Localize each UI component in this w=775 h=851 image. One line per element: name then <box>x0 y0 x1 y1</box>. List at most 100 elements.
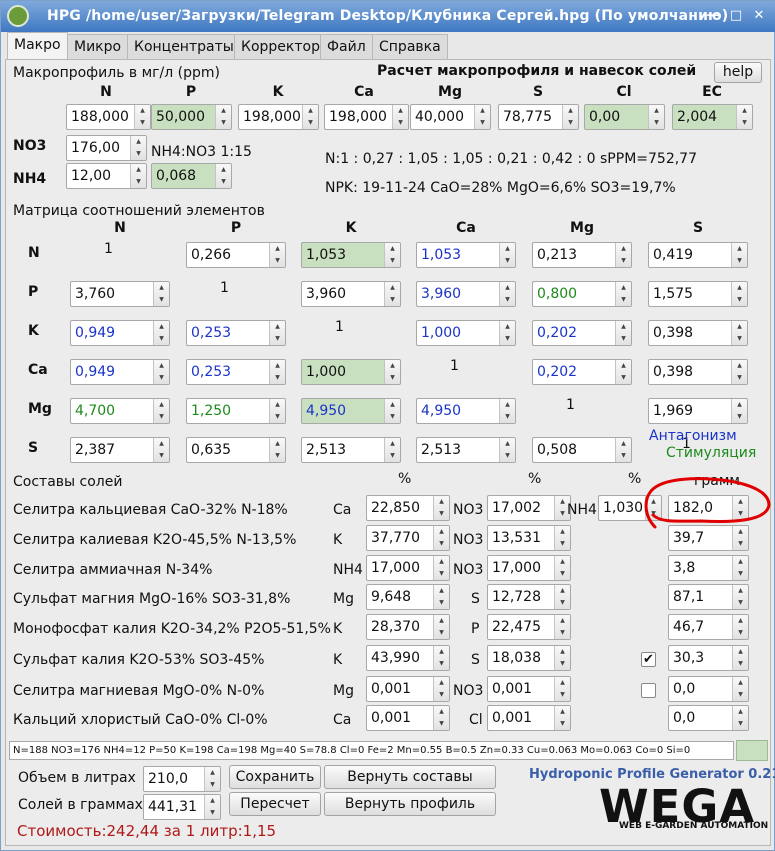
spin-arrows-icon[interactable]: ▲ ▼ <box>731 282 747 306</box>
spin-arrows-icon[interactable]: ▲ ▼ <box>433 706 449 730</box>
spin-arrows-icon[interactable]: ▲ ▼ <box>615 243 631 267</box>
spin-arrows-icon[interactable]: ▲ ▼ <box>269 399 285 423</box>
matrix-cell-field[interactable]: 4,950 ▲ ▼ <box>301 398 401 424</box>
matrix-cell-field[interactable]: 1,250 ▲ ▼ <box>186 398 286 424</box>
salt-value-1-field[interactable]: 22,850 ▲ ▼ <box>366 495 450 521</box>
salts-grams-field[interactable]: 441,31 ▲ ▼ <box>143 794 221 820</box>
salt-checkbox[interactable]: ✔ <box>641 652 656 667</box>
spin-arrows-icon[interactable]: ▲ ▼ <box>433 556 449 580</box>
salt-value-1-field[interactable]: 0,001 ▲ ▼ <box>366 705 450 731</box>
macro-value-field[interactable]: 198,000 ▲ ▼ <box>324 104 409 130</box>
tab-concentrates[interactable]: Концентраты <box>127 34 241 59</box>
no3-field[interactable]: 176,00 ▲ ▼ <box>66 135 147 161</box>
salt-gram-field[interactable]: 3,8 ▲ ▼ <box>668 555 749 581</box>
spin-arrows-icon[interactable]: ▲ ▼ <box>562 105 578 129</box>
salt-value-1-field[interactable]: 28,370 ▲ ▼ <box>366 614 450 640</box>
tab-corrector[interactable]: Корректор <box>234 34 327 59</box>
spin-arrows-icon[interactable]: ▲ ▼ <box>153 321 169 345</box>
matrix-cell-field[interactable]: 0,800 ▲ ▼ <box>532 281 632 307</box>
spin-arrows-icon[interactable]: ▲ ▼ <box>499 399 515 423</box>
restore-salts-button[interactable]: Вернуть составы <box>324 765 496 789</box>
spin-arrows-icon[interactable]: ▲ ▼ <box>554 646 570 670</box>
salt-value-2-field[interactable]: 0,001 ▲ ▼ <box>487 705 571 731</box>
matrix-cell-field[interactable]: 1,053 ▲ ▼ <box>416 242 516 268</box>
salt-gram-field[interactable]: 46,7 ▲ ▼ <box>668 614 749 640</box>
spin-arrows-icon[interactable]: ▲ ▼ <box>732 677 748 701</box>
spin-arrows-icon[interactable]: ▲ ▼ <box>392 105 408 129</box>
close-icon[interactable]: ✕ <box>749 6 769 26</box>
spin-arrows-icon[interactable]: ▲ ▼ <box>731 321 747 345</box>
help-button[interactable]: help <box>714 62 762 83</box>
spin-arrows-icon[interactable]: ▲ ▼ <box>554 556 570 580</box>
restore-profile-button[interactable]: Вернуть профиль <box>324 792 496 816</box>
spin-arrows-icon[interactable]: ▲ ▼ <box>433 496 449 520</box>
spin-arrows-icon[interactable]: ▲ ▼ <box>736 105 752 129</box>
spin-arrows-icon[interactable]: ▲ ▼ <box>554 585 570 609</box>
salt-value-2-field[interactable]: 0,001 ▲ ▼ <box>487 676 571 702</box>
spin-arrows-icon[interactable]: ▲ ▼ <box>433 646 449 670</box>
matrix-cell-field[interactable]: 0,419 ▲ ▼ <box>648 242 748 268</box>
tab-macro[interactable]: Макро <box>7 32 68 60</box>
status-field[interactable]: N=188 NO3=176 NH4=12 P=50 K=198 Ca=198 M… <box>9 741 734 760</box>
spin-arrows-icon[interactable]: ▲ ▼ <box>384 243 400 267</box>
spin-arrows-icon[interactable]: ▲ ▼ <box>433 615 449 639</box>
spin-arrows-icon[interactable]: ▲ ▼ <box>554 677 570 701</box>
matrix-cell-field[interactable]: 0,202 ▲ ▼ <box>532 359 632 385</box>
macro-value-field[interactable]: 2,004 ▲ ▼ <box>672 104 753 130</box>
macro-value-field[interactable]: 0,00 ▲ ▼ <box>584 104 665 130</box>
matrix-cell-field[interactable]: 1,053 ▲ ▼ <box>301 242 401 268</box>
matrix-cell-field[interactable]: 0,949 ▲ ▼ <box>70 320 170 346</box>
salt-checkbox[interactable] <box>641 683 656 698</box>
spin-arrows-icon[interactable]: ▲ ▼ <box>433 526 449 550</box>
spin-arrows-icon[interactable]: ▲ ▼ <box>384 282 400 306</box>
spin-arrows-icon[interactable]: ▲ ▼ <box>433 585 449 609</box>
maximize-icon[interactable]: □ <box>726 6 746 26</box>
recalc-button[interactable]: Пересчет <box>229 792 321 816</box>
salt-value-2-field[interactable]: 22,475 ▲ ▼ <box>487 614 571 640</box>
spin-arrows-icon[interactable]: ▲ ▼ <box>269 243 285 267</box>
spin-arrows-icon[interactable]: ▲ ▼ <box>732 615 748 639</box>
spin-arrows-icon[interactable]: ▲ ▼ <box>215 105 231 129</box>
spin-arrows-icon[interactable]: ▲ ▼ <box>384 399 400 423</box>
matrix-cell-field[interactable]: 1,969 ▲ ▼ <box>648 398 748 424</box>
spin-arrows-icon[interactable]: ▲ ▼ <box>732 646 748 670</box>
spin-arrows-icon[interactable]: ▲ ▼ <box>554 615 570 639</box>
salt-value-1-field[interactable]: 0,001 ▲ ▼ <box>366 676 450 702</box>
tab-file[interactable]: Файл <box>320 34 373 59</box>
spin-arrows-icon[interactable]: ▲ ▼ <box>499 243 515 267</box>
nh4-field[interactable]: 12,00 ▲ ▼ <box>66 163 147 189</box>
spin-arrows-icon[interactable]: ▲ ▼ <box>153 399 169 423</box>
spin-arrows-icon[interactable]: ▲ ▼ <box>731 243 747 267</box>
volume-field[interactable]: 210,0 ▲ ▼ <box>143 766 221 792</box>
salt-gram-field[interactable]: 0,0 ▲ ▼ <box>668 705 749 731</box>
macro-value-field[interactable]: 50,000 ▲ ▼ <box>151 104 232 130</box>
macro-value-field[interactable]: 188,000 ▲ ▼ <box>66 104 151 130</box>
spin-arrows-icon[interactable]: ▲ ▼ <box>384 438 400 462</box>
spin-arrows-icon[interactable]: ▲ ▼ <box>269 321 285 345</box>
spin-arrows-icon[interactable]: ▲ ▼ <box>648 105 664 129</box>
matrix-cell-field[interactable]: 0,635 ▲ ▼ <box>186 437 286 463</box>
tab-help[interactable]: Справка <box>372 34 448 59</box>
matrix-cell-field[interactable]: 0,398 ▲ ▼ <box>648 320 748 346</box>
spin-arrows-icon[interactable]: ▲ ▼ <box>134 105 150 129</box>
matrix-cell-field[interactable]: 3,960 ▲ ▼ <box>416 281 516 307</box>
spin-arrows-icon[interactable]: ▲ ▼ <box>153 282 169 306</box>
spin-arrows-icon[interactable]: ▲ ▼ <box>499 438 515 462</box>
salt-value-1-field[interactable]: 43,990 ▲ ▼ <box>366 645 450 671</box>
spin-arrows-icon[interactable]: ▲ ▼ <box>153 360 169 384</box>
spin-arrows-icon[interactable]: ▲ ▼ <box>732 706 748 730</box>
matrix-cell-field[interactable]: 2,513 ▲ ▼ <box>301 437 401 463</box>
macro-value-field[interactable]: 198,000 ▲ ▼ <box>238 104 319 130</box>
spin-arrows-icon[interactable]: ▲ ▼ <box>615 438 631 462</box>
spin-arrows-icon[interactable]: ▲ ▼ <box>615 321 631 345</box>
matrix-cell-field[interactable]: 0,253 ▲ ▼ <box>186 320 286 346</box>
salt-gram-field[interactable]: 87,1 ▲ ▼ <box>668 584 749 610</box>
salt-value-1-field[interactable]: 9,648 ▲ ▼ <box>366 584 450 610</box>
spin-arrows-icon[interactable]: ▲ ▼ <box>554 526 570 550</box>
matrix-cell-field[interactable]: 2,513 ▲ ▼ <box>416 437 516 463</box>
spin-arrows-icon[interactable]: ▲ ▼ <box>731 399 747 423</box>
macro-value-field[interactable]: 78,775 ▲ ▼ <box>498 104 579 130</box>
salt-value-2-field[interactable]: 13,531 ▲ ▼ <box>487 525 571 551</box>
matrix-cell-field[interactable]: 2,387 ▲ ▼ <box>70 437 170 463</box>
matrix-cell-field[interactable]: 1,575 ▲ ▼ <box>648 281 748 307</box>
